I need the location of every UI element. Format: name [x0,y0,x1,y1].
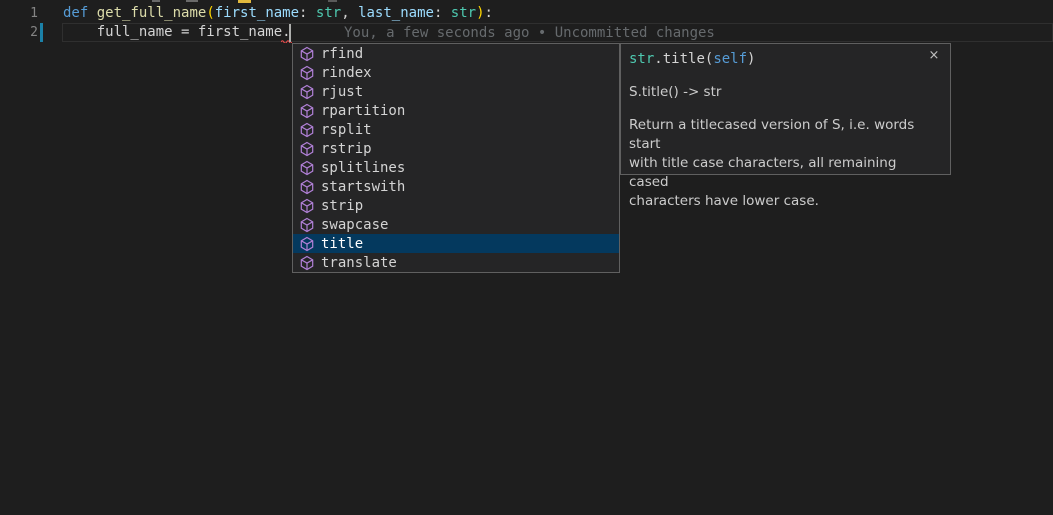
cropped-line-fragment [186,0,198,2]
method-cube-icon [299,236,315,252]
code-token: .title( [654,51,713,67]
method-cube-icon [299,122,315,138]
code-token: : [485,5,493,21]
suggestion-label: strip [321,198,363,214]
code-token: def [63,5,88,21]
text-cursor [289,24,291,42]
method-cube-icon [299,65,315,81]
code-token: ) [747,51,755,67]
cropped-line-fragment [328,0,337,2]
suggestion-item-rfind[interactable]: rfind [293,44,619,63]
git-blame-annotation: You, a few seconds ago • Uncommitted cha… [344,24,715,43]
docs-description-line: characters have lower case. [629,192,940,211]
suggestion-label: rindex [321,65,372,81]
suggestion-label: rsplit [321,122,372,138]
suggestion-item-splitlines[interactable]: splitlines [293,158,619,177]
method-cube-icon [299,217,315,233]
code-token: str [307,5,341,21]
suggestion-label: rstrip [321,141,372,157]
suggestion-label: splitlines [321,160,405,176]
autocomplete-suggestion-list: rfind rindex rjust rpartition rsplit rstrip sp… [292,43,620,273]
suggestion-item-rsplit[interactable]: rsplit [293,120,619,139]
method-cube-icon [299,103,315,119]
suggestion-label: rfind [321,46,363,62]
method-cube-icon [299,255,315,271]
suggestion-item-rstrip[interactable]: rstrip [293,139,619,158]
code-token [88,5,96,21]
method-cube-icon [299,84,315,100]
suggestion-item-rjust[interactable]: rjust [293,82,619,101]
line-number-2: 2 [0,23,38,42]
code-token: str [629,51,654,67]
method-cube-icon [299,141,315,157]
close-icon[interactable]: × [927,49,941,63]
suggestion-item-rpartition[interactable]: rpartition [293,101,619,120]
code-line-1[interactable]: def get_full_name(first_name: str, last_… [63,4,1053,23]
code-token: ) [476,5,484,21]
suggestion-docs-popup: str.title(self) × S.title() -> str Retur… [620,43,951,175]
code-token: get_full_name [97,5,207,21]
suggestion-item-translate[interactable]: translate [293,253,619,272]
suggestion-item-rindex[interactable]: rindex [293,63,619,82]
code-token: str [442,5,476,21]
docs-description-line: Return a titlecased version of S, i.e. w… [629,116,940,154]
suggestion-label: translate [321,255,397,271]
code-token: full_name = first_name. [63,24,291,40]
suggestion-label: swapcase [321,217,388,233]
code-token: last_name [358,5,434,21]
suggestion-label: title [321,236,363,252]
code-editor: 1 2 def get_full_name(first_name: str, l… [0,0,1053,515]
suggestion-label: startswith [321,179,405,195]
code-token: self [713,51,747,67]
docs-description: Return a titlecased version of S, i.e. w… [629,116,940,211]
method-signature: str.title(self) [629,50,940,69]
suggestion-label: rjust [321,84,363,100]
line-number-1: 1 [0,4,38,23]
suggestion-item-title[interactable]: title [293,234,619,253]
method-cube-icon [299,179,315,195]
method-cube-icon [299,198,315,214]
cropped-line-fragment [238,0,251,3]
cropped-line-fragment [152,0,160,2]
code-token: ( [206,5,214,21]
suggestion-label: rpartition [321,103,405,119]
method-cube-icon [299,46,315,62]
method-cube-icon [299,160,315,176]
suggestion-item-startswith[interactable]: startswith [293,177,619,196]
code-token: first_name [215,5,299,21]
docs-summary: S.title() -> str [629,83,940,102]
suggestion-item-swapcase[interactable]: swapcase [293,215,619,234]
modified-line-indicator [40,23,43,42]
docs-description-line: with title case characters, all remainin… [629,154,940,192]
suggestion-item-strip[interactable]: strip [293,196,619,215]
code-token [350,5,358,21]
code-token: , [341,5,349,21]
